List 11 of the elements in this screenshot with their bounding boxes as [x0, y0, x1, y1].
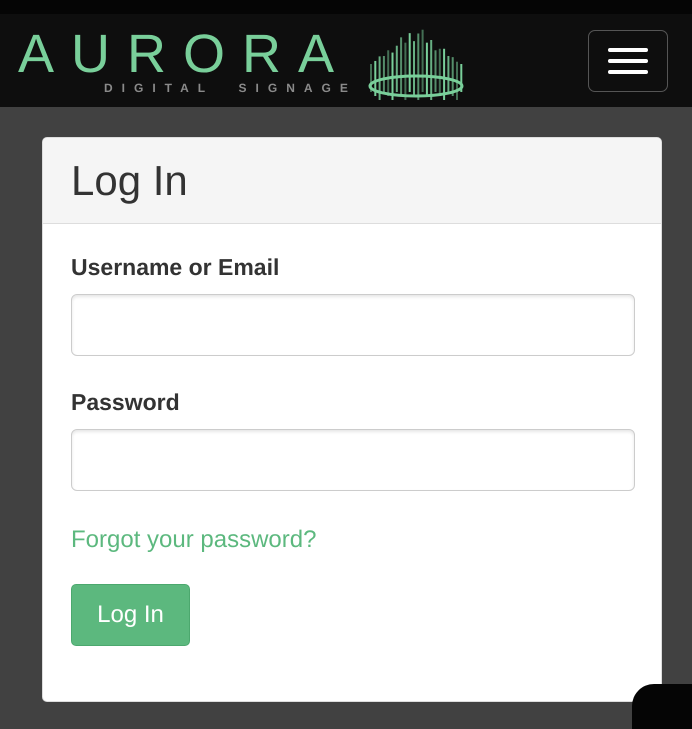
field-label: Password — [71, 389, 181, 416]
field-label: Username or Email — [71, 254, 280, 281]
input-field[interactable] — [71, 294, 635, 356]
input-field[interactable] — [71, 429, 635, 491]
forgot-password-link[interactable]: Forgot your password? — [71, 526, 316, 554]
menu-button[interactable] — [588, 30, 668, 92]
menu-icon — [608, 46, 648, 74]
card-title: Log In — [71, 156, 188, 204]
logo-subtitle: DIGITAL SIGNAGE — [104, 80, 357, 94]
login-button[interactable]: Log In — [71, 584, 190, 646]
logo-title: AURORA — [18, 26, 352, 80]
